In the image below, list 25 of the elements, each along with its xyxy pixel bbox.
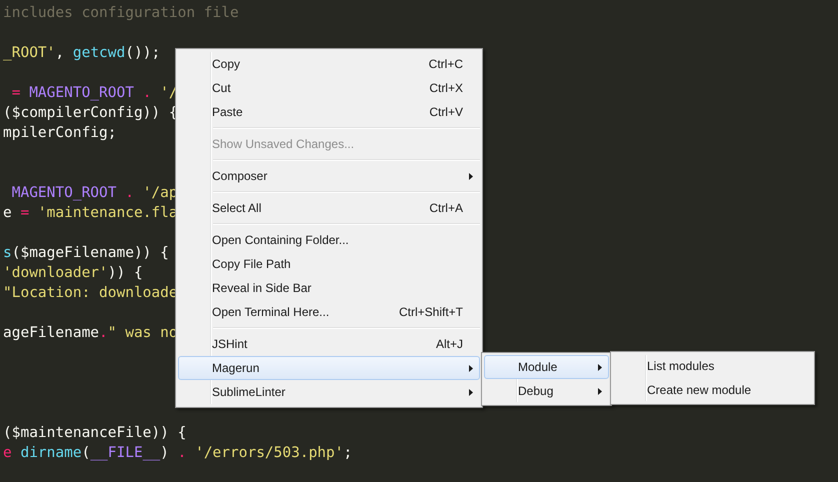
code-line: e = 'maintenance.fla [3,204,178,223]
menu-item[interactable]: Open Terminal Here... Ctrl+Shift+T [178,300,480,324]
code-line: 'downloader')) { [3,264,143,283]
menu-item[interactable]: Paste Ctrl+V [178,100,480,124]
menu-item[interactable]: SublimeLinter [178,380,480,404]
menu-item[interactable]: Reveal in Side Bar [178,276,480,300]
menu-item[interactable]: Copy Ctrl+C [178,52,480,76]
menu-item[interactable]: Cut Ctrl+X [178,76,480,100]
menu-item[interactable]: Module [484,355,609,379]
code-line: ($maintenanceFile)) { [3,424,186,443]
menu-item[interactable]: Composer [178,164,480,188]
menu-item[interactable]: Magerun [178,356,480,380]
menu-item[interactable]: List modules [613,354,812,378]
menu-item[interactable]: Open Containing Folder... [178,228,480,252]
code-line: e dirname(__FILE__) . '/errors/503.php'; [3,444,352,463]
menu-item[interactable]: Copy File Path [178,252,480,276]
menu-item[interactable]: Debug [484,379,609,403]
code-line: "Location: downloade [3,284,178,303]
code-line: s($mageFilename)) { [3,244,169,263]
menu-item[interactable]: JSHint Alt+J [178,332,480,356]
code-line: _ROOT', getcwd()); [3,44,160,63]
menu-item[interactable]: Create new module [613,378,812,402]
code-line: mpilerConfig; [3,124,116,143]
menu-item[interactable]: Select All Ctrl+A [178,196,480,220]
code-line: includes configuration file [3,4,239,23]
